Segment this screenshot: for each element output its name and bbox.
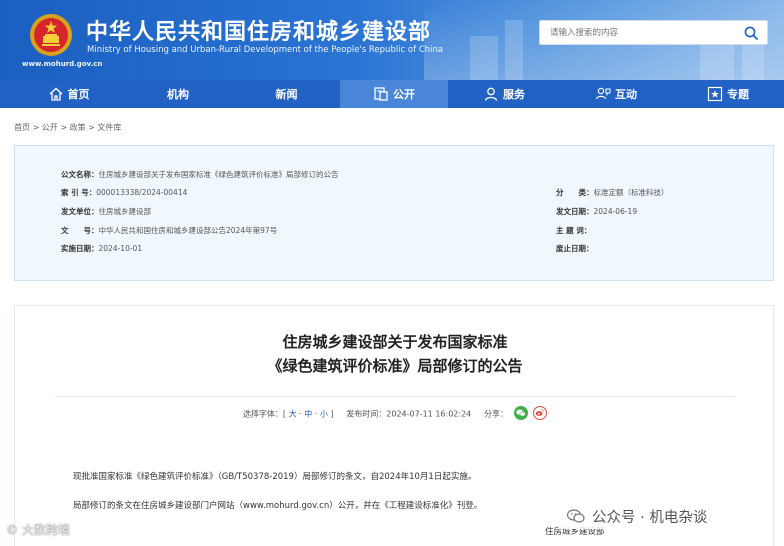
- meta-index-row: 索 引 号：000013338/2024-00414: [61, 187, 187, 198]
- breadcrumb-item-policy[interactable]: 政策: [70, 123, 86, 132]
- chat-icon: [595, 87, 611, 100]
- share-label: 分享：: [483, 409, 508, 419]
- breadcrumb-item-public[interactable]: 公开: [42, 123, 58, 132]
- font-size-large-button[interactable]: 大: [289, 410, 297, 419]
- article-paragraph: 现批准国家标准《绿色建筑评价标准》（GB/T50378-2019）局部修订的条文…: [73, 472, 477, 482]
- meta-subject-row: 主 题 词：: [556, 225, 591, 236]
- meta-date-label: 发文日期：: [556, 207, 594, 216]
- meta-category-value: 标准定额（标准科技）: [593, 188, 669, 197]
- national-emblem-icon: [30, 14, 72, 56]
- nav-item-service[interactable]: 服务: [448, 80, 560, 108]
- meta-index-value: 000013338/2024-00414: [96, 188, 188, 197]
- nav-item-label: 专题: [727, 88, 749, 101]
- article-title: 住房城乡建设部关于发布国家标准 《绿色建筑评价标准》局部修订的公告: [15, 330, 775, 378]
- publish-time: 发布时间：2024-07-11 16:02:24: [346, 409, 472, 419]
- user-icon: [484, 87, 498, 101]
- nav-item-label: 公开: [393, 88, 415, 101]
- document-metadata: 公文名称：住房城乡建设部关于发布国家标准《绿色建筑评价标准》局部修订的公告 索 …: [14, 145, 774, 281]
- nav-item-label: 首页: [67, 88, 90, 101]
- watermark-left: © 大数跨境: [6, 521, 70, 538]
- watermark-left-text: 大数跨境: [21, 523, 70, 537]
- nav-item-home[interactable]: 首页: [0, 80, 123, 108]
- watermark-logo-icon: ©: [6, 523, 18, 537]
- article-title-line: 《绿色建筑评价标准》局部修订的公告: [267, 357, 523, 375]
- meta-effective-value: 2024-10-01: [98, 244, 143, 253]
- star-icon: [707, 86, 723, 102]
- watermark-right: 公众号 · 机电杂谈: [558, 503, 716, 529]
- search-icon[interactable]: [743, 25, 759, 41]
- meta-date-row: 发文日期：2024-06-19: [556, 206, 637, 217]
- nav-item-label: 互动: [615, 88, 637, 101]
- meta-effective-row: 实施日期：2024-10-01: [61, 243, 142, 254]
- meta-expire-label: 废止日期：: [556, 244, 594, 253]
- meta-expire-row: 废止日期：: [556, 243, 594, 254]
- nav-item-label: 机构: [167, 88, 189, 101]
- meta-issuer-row: 发文单位：住房城乡建设部: [61, 206, 151, 217]
- main-nav: 首页 机构 新闻 公开 服务 互动 专题: [0, 80, 784, 108]
- font-size-bracket: ]: [330, 409, 334, 419]
- article-paragraph: 局部修订的条文在住房城乡建设部门户网站（www.mohurd.gov.cn）公开…: [73, 501, 483, 511]
- site-title: 中华人民共和国住房和城乡建设部: [86, 20, 432, 45]
- meta-subject-label: 主 题 词：: [556, 226, 592, 235]
- wechat-logo-icon: [566, 509, 585, 523]
- breadcrumb-item-home[interactable]: 首页: [14, 123, 30, 132]
- weibo-share-icon[interactable]: [533, 406, 548, 420]
- font-size-separator: ·: [299, 409, 302, 419]
- font-size-medium-button[interactable]: 中: [304, 410, 312, 419]
- watermark-right-text: 公众号 · 机电杂谈: [592, 509, 708, 526]
- breadcrumb: 首页 > 公开 > 政策 > 文件库: [14, 122, 121, 133]
- nav-item-news[interactable]: 新闻: [233, 80, 340, 108]
- meta-category-label: 分 类：: [556, 188, 594, 197]
- font-size-separator: ·: [314, 409, 318, 419]
- breadcrumb-separator: >: [88, 123, 98, 132]
- meta-issuer-label: 发文单位：: [61, 207, 99, 216]
- nav-item-interaction[interactable]: 互动: [560, 80, 672, 108]
- nav-item-organization[interactable]: 机构: [123, 80, 233, 108]
- site-url: www.mohurd.gov.cn: [22, 60, 103, 68]
- meta-docno-value: 中华人民共和国住房和城乡建设部公告2024年第97号: [98, 226, 278, 235]
- nav-item-label: 新闻: [275, 88, 298, 101]
- meta-issuer-value: 住房城乡建设部: [98, 207, 152, 216]
- header-building-decoration: [505, 20, 523, 80]
- font-size-label: 选择字体：[: [242, 409, 287, 419]
- meta-effective-label: 实施日期：: [61, 244, 99, 253]
- nav-item-topics[interactable]: 专题: [672, 80, 784, 108]
- breadcrumb-separator: >: [32, 123, 42, 132]
- breadcrumb-item-library[interactable]: 文件库: [97, 123, 121, 132]
- article-toolbar: 选择字体：[ 大 · 中 · 小 ] 发布时间：2024-07-11 16:02…: [15, 406, 775, 421]
- article-divider: [55, 396, 735, 397]
- meta-index-label: 索 引 号：: [61, 188, 97, 197]
- search-input[interactable]: [540, 21, 740, 44]
- header-building-decoration: [470, 36, 498, 80]
- meta-category-row: 分 类：标准定额（标准科技）: [556, 187, 669, 198]
- header-building-decoration: [700, 42, 734, 80]
- meta-docno-label: 文 号：: [61, 226, 99, 235]
- meta-title-label: 公文名称：: [61, 170, 99, 179]
- search-box: [539, 20, 768, 45]
- article-title-line: 住房城乡建设部关于发布国家标准: [282, 333, 508, 351]
- meta-date-value: 2024-06-19: [593, 207, 638, 216]
- page: 中华人民共和国住房和城乡建设部 Ministry of Housing and …: [0, 0, 784, 546]
- wechat-share-icon[interactable]: [513, 406, 528, 420]
- meta-title-value: 住房城乡建设部关于发布国家标准《绿色建筑评价标准》局部修订的公告: [98, 170, 339, 179]
- font-size-small-button[interactable]: 小: [320, 410, 328, 419]
- document-icon: [374, 87, 388, 101]
- breadcrumb-separator: >: [60, 123, 70, 132]
- site-subtitle: Ministry of Housing and Urban-Rural Deve…: [87, 45, 444, 55]
- meta-docno-row: 文 号：中华人民共和国住房和城乡建设部公告2024年第97号: [61, 225, 277, 236]
- nav-item-label: 服务: [503, 88, 525, 101]
- meta-title-row: 公文名称：住房城乡建设部关于发布国家标准《绿色建筑评价标准》局部修订的公告: [61, 169, 339, 180]
- nav-item-public[interactable]: 公开: [340, 80, 448, 108]
- home-icon: [49, 87, 62, 101]
- site-header: 中华人民共和国住房和城乡建设部 Ministry of Housing and …: [0, 0, 784, 80]
